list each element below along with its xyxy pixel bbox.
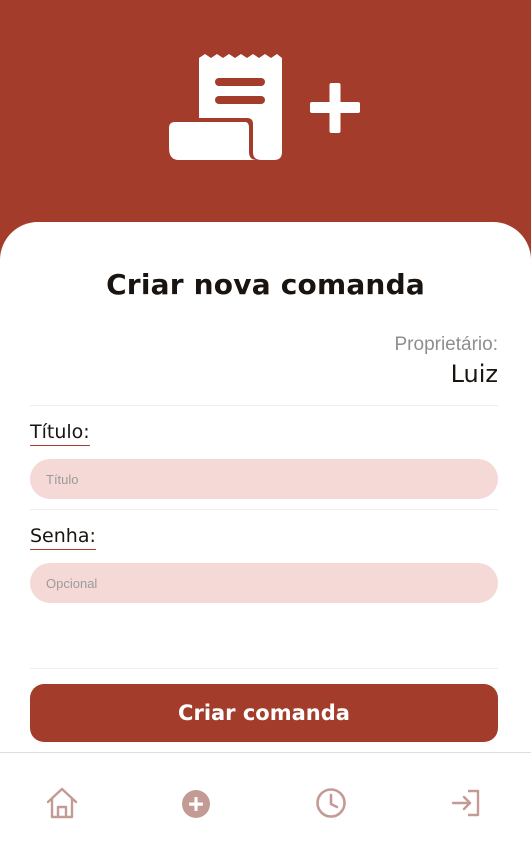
nav-logout[interactable] — [448, 785, 484, 821]
nav-history[interactable] — [313, 785, 349, 821]
divider — [30, 668, 498, 669]
divider — [30, 509, 498, 510]
owner-name: Luiz — [450, 360, 498, 388]
password-input[interactable] — [30, 563, 498, 603]
add-circle-icon — [182, 790, 210, 818]
owner-label: Proprietário: — [394, 334, 499, 355]
password-label: Senha: — [30, 525, 96, 550]
receipt-add-icon — [169, 54, 360, 160]
bottom-nav — [0, 752, 531, 846]
header-banner — [0, 0, 531, 260]
logout-icon — [451, 789, 480, 817]
nav-home[interactable] — [44, 785, 80, 821]
home-icon — [46, 787, 78, 819]
page-title: Criar nova comanda — [106, 268, 425, 301]
clock-icon — [316, 788, 346, 818]
nav-new-comanda[interactable] — [179, 787, 215, 823]
divider — [30, 405, 498, 406]
title-label: Título: — [30, 421, 90, 446]
create-comanda-button[interactable]: Criar comanda — [30, 684, 498, 742]
title-input[interactable] — [30, 459, 498, 499]
